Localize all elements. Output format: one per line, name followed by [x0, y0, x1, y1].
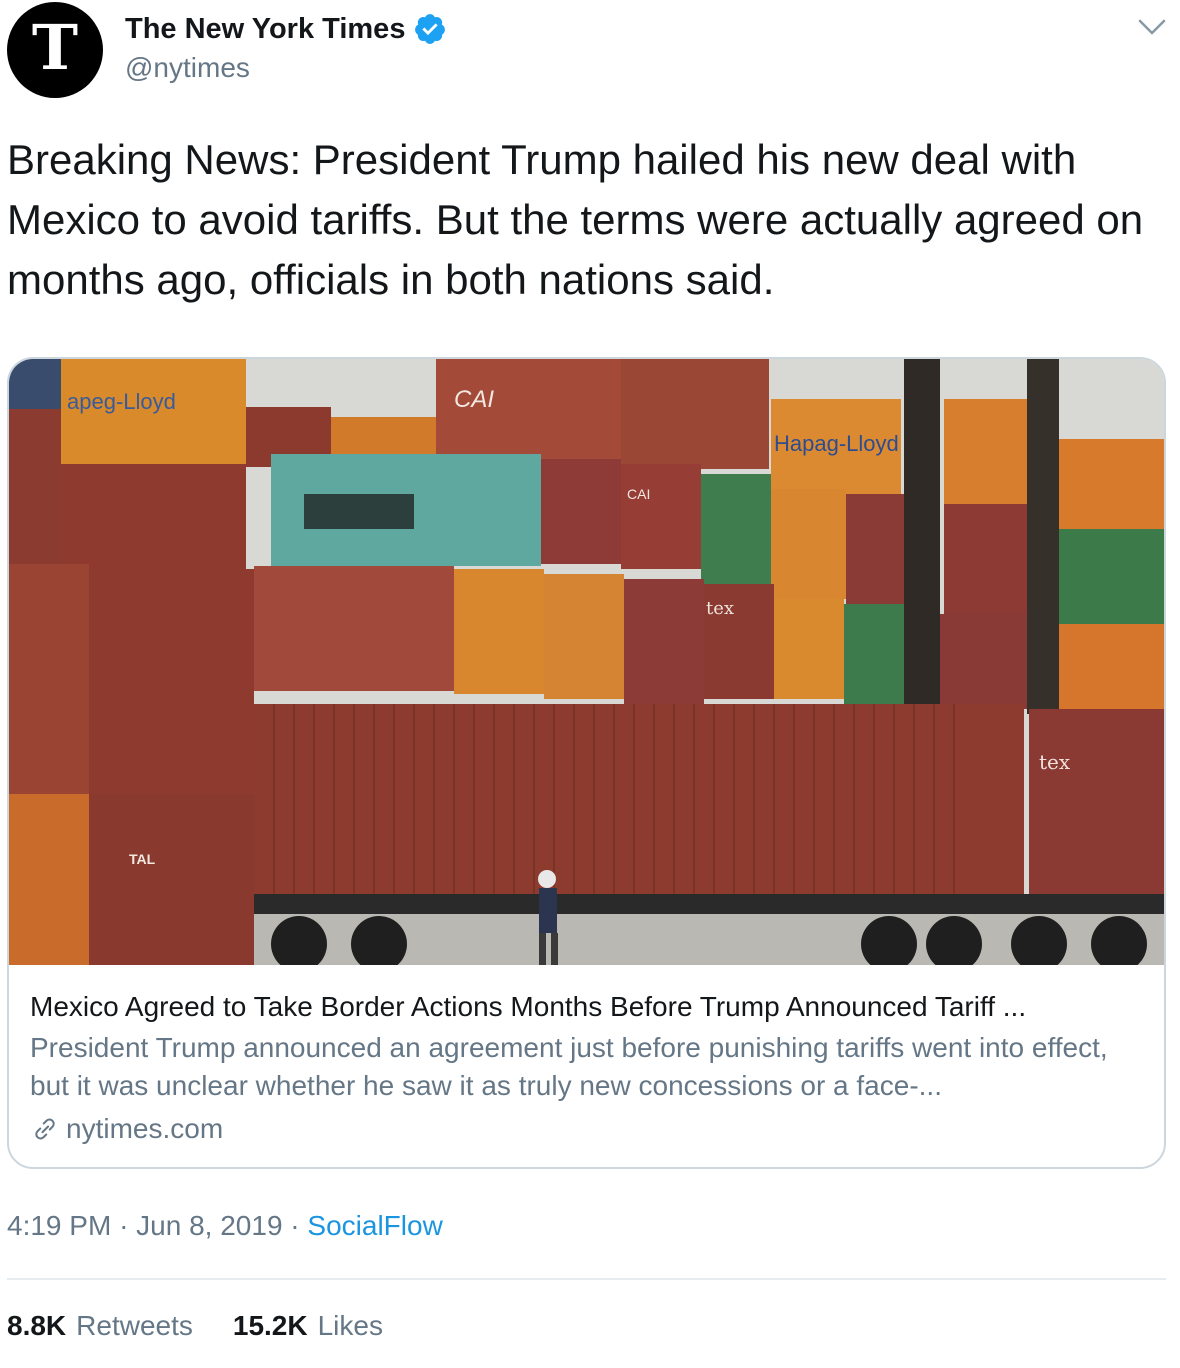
tweet-stats: 8.8K Retweets 15.2K Likes: [7, 1310, 383, 1342]
retweets-label: Retweets: [76, 1310, 193, 1341]
nyt-logo-icon: T: [31, 11, 79, 84]
card-description: President Trump announced an agreement j…: [30, 1032, 1108, 1101]
retweets-stat[interactable]: 8.8K Retweets: [7, 1310, 193, 1342]
tweet-meta: 4:19 PM · Jun 8, 2019 · SocialFlow: [7, 1210, 443, 1242]
card-domain[interactable]: nytimes.com: [30, 1109, 1145, 1149]
card-image[interactable]: apeg-Lloyd Hapag-Lloyd CAI CAI tex tex T…: [9, 359, 1164, 965]
card-body[interactable]: Mexico Agreed to Take Border Actions Mon…: [30, 987, 1145, 1149]
shipping-containers-photo: apeg-Lloyd Hapag-Lloyd CAI CAI tex tex T…: [9, 359, 1164, 965]
user-handle[interactable]: @nytimes: [125, 52, 250, 84]
likes-label: Likes: [317, 1310, 383, 1341]
link-preview-card[interactable]: apeg-Lloyd Hapag-Lloyd CAI CAI tex tex T…: [7, 357, 1166, 1169]
meta-separator: ·: [119, 1210, 129, 1241]
chevron-down-icon[interactable]: [1136, 14, 1168, 40]
container-marking-apeg-lloyd: apeg-Lloyd: [67, 389, 176, 414]
meta-separator: ·: [290, 1210, 300, 1241]
author-name-row: The New York Times: [125, 12, 447, 46]
avatar[interactable]: T: [7, 2, 103, 98]
display-name[interactable]: The New York Times: [125, 13, 405, 46]
divider: [7, 1278, 1166, 1280]
verified-badge-icon: [415, 14, 446, 44]
container-marking-hapag-lloyd: Hapag-Lloyd: [774, 431, 899, 456]
container-marking-tal: TAL: [129, 851, 156, 867]
tweet-source-link[interactable]: SocialFlow: [307, 1210, 442, 1241]
card-domain-text: nytimes.com: [66, 1113, 224, 1144]
container-marking-tex: tex: [706, 598, 734, 619]
container-marking-cai: CAI: [454, 386, 494, 413]
card-title[interactable]: Mexico Agreed to Take Border Actions Mon…: [30, 987, 1145, 1027]
tweet-header: T The New York Times @nytimes: [0, 0, 1180, 110]
tweet-date[interactable]: Jun 8, 2019: [136, 1210, 282, 1241]
container-marking-tex-right: tex: [1039, 750, 1071, 774]
retweets-count: 8.8K: [7, 1310, 67, 1341]
link-icon: [35, 1118, 55, 1140]
likes-stat[interactable]: 15.2K Likes: [233, 1310, 383, 1342]
tweet-time[interactable]: 4:19 PM: [7, 1210, 111, 1241]
tweet-text: Breaking News: President Trump hailed hi…: [7, 136, 1144, 303]
likes-count: 15.2K: [232, 1310, 308, 1341]
container-marking-cai-small: CAI: [627, 486, 650, 502]
